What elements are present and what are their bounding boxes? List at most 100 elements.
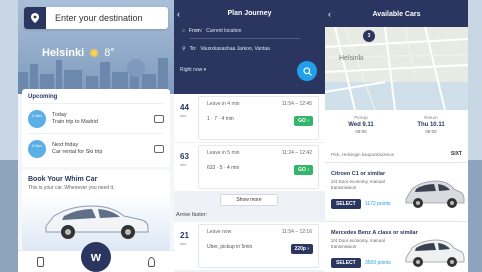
- map-view[interactable]: Helsinki 3: [325, 27, 468, 110]
- page-title: Available Cars: [372, 11, 421, 18]
- search-icon: [302, 66, 312, 76]
- train-icon: [154, 114, 164, 123]
- upcoming-item[interactable]: 2 Nov Today Train trip to Madrid: [28, 103, 164, 133]
- location-pin-icon: [24, 7, 46, 29]
- destination-placeholder: Enter your destination: [55, 13, 143, 23]
- to-value: Vauxxkasashaa Jarkoo, Vantaa: [200, 46, 270, 52]
- trip-option[interactable]: 21 min Leave now 11:54 – 12:16 Uber, pick…: [174, 222, 325, 270]
- go-button-label: GO: [298, 118, 306, 124]
- return-date-value: Thu 10.11: [417, 122, 445, 128]
- profile-icon[interactable]: [148, 256, 156, 267]
- trip-legs: 633 · 5 · 4 min: [207, 165, 240, 171]
- return-label: Return: [424, 115, 438, 120]
- available-cars-header: ‹ Available Cars: [325, 0, 468, 27]
- page-title: Plan Journey: [227, 10, 272, 17]
- chevron-down-icon: ▾: [203, 67, 207, 73]
- arrive-faster-label: Arrive faster:: [176, 212, 208, 218]
- trip-duration: 44 min: [180, 104, 189, 120]
- points-price-label: 220p: [294, 246, 306, 252]
- city-hero: Enter your destination Helsinki 8°: [18, 0, 174, 94]
- trip-card: Leave in 4 min 11:54 – 12:45 1 · 7 · 4 m…: [198, 96, 319, 140]
- trip-duration-unit: min: [180, 113, 187, 118]
- go-button-label: GO: [298, 167, 306, 173]
- upcoming-day: Today: [52, 111, 67, 118]
- upcoming-day: Next friday: [52, 141, 79, 148]
- book-car-title: Book Your Whim Car: [28, 176, 98, 183]
- vendor-logo: SIXT: [450, 151, 462, 157]
- car-image: [405, 239, 465, 267]
- trip-leave-time: Leave in 4 min: [207, 101, 240, 107]
- go-button[interactable]: GO ›: [294, 165, 313, 175]
- trip-duration-value: 63: [180, 152, 189, 161]
- upcoming-title: Upcoming: [28, 94, 58, 100]
- plan-journey-header: ‹ Plan Journey ○ From: Current location …: [174, 0, 325, 94]
- destination-search-bar[interactable]: Enter your destination: [24, 7, 168, 29]
- car-description: 2/4 Door economy, manual transmission: [331, 179, 385, 190]
- pickup-location: Pick, Helsingin kaupunkisoimus: [331, 152, 395, 157]
- weather-widget: Helsinki 8°: [42, 47, 115, 59]
- pickup-time: 09:00: [355, 129, 367, 134]
- map-roads: [325, 27, 468, 110]
- home-screen: Enter your destination Helsinki 8° Upcom…: [18, 0, 174, 272]
- divider: [190, 38, 300, 39]
- trip-card: Leave now 11:54 – 12:16 Uber, pickup in …: [198, 224, 319, 268]
- from-field[interactable]: ○ From: Current location: [182, 28, 306, 34]
- go-button[interactable]: GO ›: [294, 116, 313, 126]
- trip-duration-unit: min: [180, 241, 187, 246]
- trip-duration: 63 min: [180, 153, 189, 169]
- trip-option[interactable]: 44 min Leave in 4 min 11:54 – 12:45 1 · 7…: [174, 94, 325, 142]
- origin-dot-icon: ○: [182, 28, 186, 34]
- to-field[interactable]: ⚲ To: Vauxxkasashaa Jarkoo, Vantaa: [182, 46, 306, 52]
- city-skyline-illustration: [18, 58, 168, 94]
- upcoming-card: Upcoming 2 Nov Today Train trip to Madri…: [22, 89, 170, 167]
- destination-pin-icon: ⚲: [182, 46, 186, 52]
- trip-duration-value: 21: [180, 231, 189, 240]
- trip-legs: 1 · 7 · 4 min: [207, 116, 234, 122]
- date-badge: 2 Nov: [28, 109, 46, 128]
- bottom-tab-bar: w: [18, 241, 174, 272]
- book-car-card[interactable]: Book Your Whim Car This is your car, Whe…: [22, 170, 170, 250]
- from-value: Current location: [206, 28, 242, 34]
- select-car-button[interactable]: SELECT: [331, 199, 361, 209]
- map-car-cluster-pin[interactable]: 3: [363, 30, 375, 42]
- car-option: Mercedes Benz A class or similar 2/4 Doo…: [325, 221, 468, 271]
- trip-duration-unit: min: [180, 162, 187, 167]
- upcoming-text: Car rental for Ski trip: [52, 148, 103, 155]
- return-date[interactable]: Return Thu 10.11 09:00: [401, 115, 461, 134]
- departure-time-selector[interactable]: Right now ▾: [180, 67, 206, 73]
- trip-leave-time: Leave now: [207, 229, 232, 235]
- trip-times: 11:54 – 12:45: [281, 101, 312, 107]
- pickup-label: Pickup: [354, 115, 368, 120]
- search-button[interactable]: [297, 61, 317, 81]
- points-price-button[interactable]: 220p ›: [290, 244, 313, 254]
- show-more-button[interactable]: Show more: [220, 194, 278, 206]
- trip-legs: Uber, pickup in 5min: [207, 244, 253, 250]
- trip-leave-time: Leave in 5 min: [207, 150, 240, 156]
- to-label: To:: [189, 46, 197, 52]
- departure-time-label: Right now: [180, 67, 203, 73]
- car-image: [405, 180, 465, 208]
- select-car-button[interactable]: SELECT: [331, 258, 361, 268]
- car-points: 3500 points: [365, 260, 391, 266]
- car-illustration: [45, 205, 149, 239]
- upcoming-item[interactable]: 2 Nov Next friday Car rental for Ski tri…: [28, 133, 164, 163]
- trip-times: 11:24 – 12:42: [281, 150, 312, 156]
- trip-option[interactable]: 63 min Leave in 5 min 11:24 – 12:42 633 ·…: [174, 143, 325, 191]
- trip-times: 11:54 – 12:16: [281, 229, 312, 235]
- car-option: Citroen C1 or similar 2/4 Door economy, …: [325, 162, 468, 212]
- pickup-date-value: Wed 9.11: [348, 122, 374, 128]
- car-description: 2/4 Door economy, manual transmission: [331, 238, 385, 249]
- car-points: 1172 points: [365, 201, 391, 207]
- pickup-date[interactable]: Pickup Wed 9.11 09:00: [331, 115, 391, 134]
- from-label: From:: [189, 28, 203, 34]
- rental-dates: Pickup Wed 9.11 09:00 Return Thu 10.11 0…: [325, 112, 468, 142]
- car-icon: [154, 144, 164, 153]
- trip-duration: 21 min: [180, 232, 189, 248]
- plan-journey-screen: ‹ Plan Journey ○ From: Current location …: [174, 0, 325, 272]
- city-name: Helsinki: [42, 47, 85, 59]
- whim-home-button[interactable]: w: [80, 241, 111, 272]
- book-car-subtitle: This is your car, Whenever you need it.: [28, 185, 115, 191]
- phone-icon[interactable]: [36, 256, 44, 267]
- trip-card: Leave in 5 min 11:24 – 12:42 633 · 5 · 4…: [198, 145, 319, 189]
- temperature: 8°: [104, 47, 115, 59]
